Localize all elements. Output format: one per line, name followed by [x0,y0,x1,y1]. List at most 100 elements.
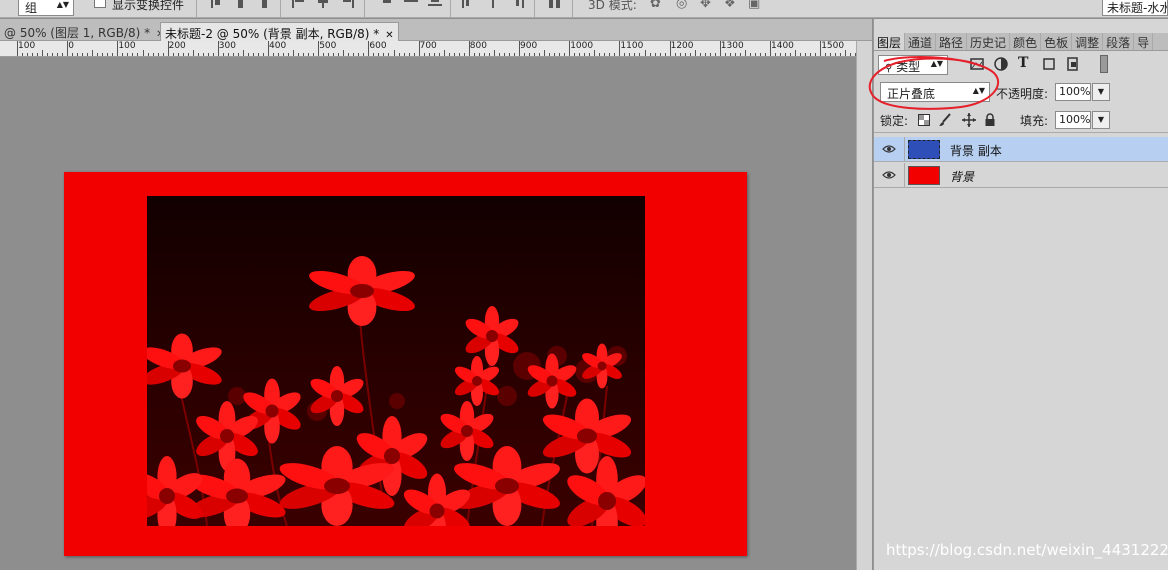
fill-input[interactable]: 100% [1055,111,1091,129]
ruler-label: 1400 [771,41,794,51]
close-icon[interactable]: ✕ [385,30,393,41]
distribute-right-icon[interactable] [510,0,524,10]
ruler-tick [323,53,325,56]
tab-document-1[interactable]: @ 50% (图层 1, RGB/8) *✕ [0,22,169,41]
visibility-eye-icon[interactable] [882,169,896,179]
ruler-tick [47,53,49,56]
document-canvas[interactable] [64,172,747,556]
ruler-tick [815,53,817,56]
ruler-tick [719,41,721,56]
ruler-tick [162,53,164,56]
layer-name[interactable]: 背景 副本 [950,142,1002,159]
align-bottom-icon[interactable] [258,0,272,10]
filter-toggle-switch[interactable] [1100,55,1108,73]
ruler-tick [513,53,515,56]
mode-3d-label: 3D 模式: [588,0,637,12]
type-layer-filter-icon[interactable]: T [1018,55,1032,71]
ruler-tick [544,50,546,56]
panel-tab[interactable]: 色板 [1041,33,1073,50]
distribute-vcenter-icon[interactable] [404,0,418,10]
distribute-left-icon[interactable] [462,0,476,10]
layer-row-background-copy[interactable]: 背景 副本 [874,137,1168,162]
ruler-tick [222,53,224,56]
3d-pan-icon[interactable]: ✥ [700,0,714,11]
ruler-tick [32,53,34,56]
ruler-tick [684,53,686,56]
layer-row-background[interactable]: 背景 [874,163,1168,188]
panel-tab[interactable]: 图层 [874,33,906,50]
horizontal-ruler[interactable]: 100 0 100 200 300 400 500 600 700 800 900 1000 1100 1… [0,41,856,57]
panel-tab[interactable]: 导 [1134,33,1154,50]
layer-thumbnail [908,140,940,159]
layer-name[interactable]: 背景 [950,168,974,185]
align-right-icon[interactable] [340,0,354,10]
ruler-tick [333,53,335,56]
ruler-tick [624,53,626,56]
vertical-scrollbar[interactable] [856,41,872,570]
align-left-icon[interactable] [292,0,306,10]
auto-select-dropdown[interactable]: 组 ▲▼ [18,0,74,16]
ruler-tick [453,53,455,56]
ruler-tick [237,53,239,56]
show-transform-checkbox[interactable] [94,0,106,8]
panel-tab[interactable]: 历史记 [967,33,1011,50]
3d-scale-icon[interactable]: ▣ [748,0,762,11]
watermark-url: https://blog.csdn.net/weixin_44312227 [886,541,1168,559]
ruler-tick [127,53,129,56]
ruler-tick [478,53,480,56]
ruler-tick [278,53,280,56]
distribute-hcenter-icon[interactable] [486,0,500,10]
ruler-tick [192,50,194,56]
divider [364,0,365,17]
ruler-tick [835,53,837,56]
ruler-tick [308,53,310,56]
panel-tab-bar: 图层 通道 路径 历史记 颜色 色板 调整 段落导 [874,33,1168,51]
ruler-tick [734,53,736,56]
visibility-eye-icon[interactable] [882,143,896,153]
align-hcenter-icon[interactable] [316,0,330,10]
panel-tab[interactable]: 通道 [905,33,937,50]
ruler-tick [584,53,586,56]
ruler-tick [67,41,69,56]
fill-dropdown-button[interactable]: ▼ [1092,111,1110,129]
3d-slide-icon[interactable]: ❖ [724,0,738,11]
ruler-tick [383,53,385,56]
ruler-tick [579,53,581,56]
panel-tab[interactable]: 段落 [1103,33,1135,50]
show-transform-label: 显示变换控件 [112,0,185,12]
document-title-field[interactable]: 未标题-水水 [1102,0,1168,16]
ruler-tick [217,41,219,56]
ruler-tick [167,41,169,56]
ruler-tick [92,50,94,56]
opacity-input[interactable]: 100% [1055,83,1091,101]
ruler-tick [810,53,812,56]
ruler-tick [468,41,470,56]
ruler-tick [609,53,611,56]
panel-tab[interactable]: 路径 [936,33,968,50]
shape-layer-filter-icon[interactable] [1042,57,1056,71]
panel-tab[interactable]: 调整 [1072,33,1104,50]
distribute-top-icon[interactable] [380,0,394,10]
ruler-tick [599,53,601,56]
align-vcenter-icon[interactable] [234,0,248,10]
3d-rotate-icon[interactable]: ✿ [650,0,664,11]
updown-arrow-icon: ▲▼ [56,0,69,9]
ruler-label: 600 [369,41,387,51]
distribute-bottom-icon[interactable] [428,0,442,10]
tab-document-2[interactable]: 未标题-2 @ 50% (背景 副本, RGB/8) * ✕ [160,22,399,41]
panel-tab[interactable]: 颜色 [1010,33,1042,50]
ruler-tick [845,50,847,56]
canvas-area[interactable] [0,57,856,570]
ruler-tick [398,53,400,56]
ruler-tick [202,53,204,56]
3d-roll-icon[interactable]: ◎ [676,0,690,11]
ruler-tick [790,53,792,56]
smart-object-filter-icon[interactable] [1066,57,1080,71]
ruler-tick [273,53,275,56]
ruler-tick [77,53,79,56]
align-top-icon[interactable] [210,0,224,10]
ruler-tick [207,53,209,56]
auto-align-icon[interactable] [548,0,562,10]
opacity-dropdown-button[interactable]: ▼ [1092,83,1110,101]
ruler-tick [37,53,39,56]
